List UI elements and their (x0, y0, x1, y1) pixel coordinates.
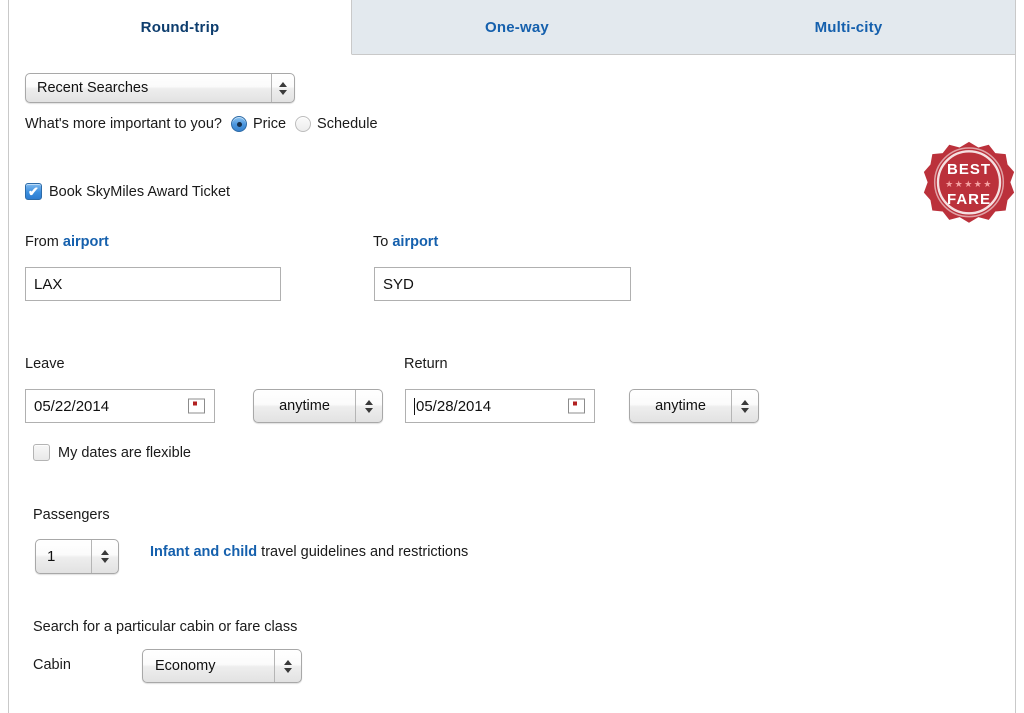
from-field-label: From airport (25, 234, 109, 250)
cabin-label: Cabin (33, 657, 71, 673)
flexible-dates-label: My dates are flexible (58, 444, 191, 461)
radio-schedule[interactable] (295, 116, 312, 132)
recent-searches-value: Recent Searches (37, 80, 149, 96)
text-caret (414, 397, 415, 415)
chevron-updown-icon (271, 74, 294, 102)
tab-round-trip[interactable]: Round-trip (9, 0, 352, 55)
chevron-updown-icon (355, 390, 382, 422)
tab-multi-city[interactable]: Multi-city (682, 0, 1015, 54)
cabin-value: Economy (155, 658, 216, 674)
infant-child-note: Infant and child travel guidelines and r… (150, 544, 468, 560)
to-airport-value: SYD (383, 275, 414, 293)
passenger-count-select[interactable]: 1 (35, 539, 119, 574)
tab-round-trip-label: Round-trip (140, 18, 220, 36)
to-text: To (373, 234, 389, 250)
return-time-value: anytime (655, 398, 706, 414)
leave-date-value: 05/22/2014 (34, 397, 110, 415)
passengers-label: Passengers (33, 507, 110, 523)
trip-type-tabs: Round-trip One-way Multi-city (9, 0, 1015, 55)
importance-preference-group: What's more important to you? Price Sche… (25, 116, 387, 132)
leave-date-label: Leave (25, 356, 65, 372)
recent-searches-select[interactable]: Recent Searches (25, 73, 295, 103)
from-airport-input[interactable]: LAX (25, 267, 281, 301)
cabin-hint-text: Search for a particular cabin or fare cl… (33, 619, 298, 635)
infant-child-note-rest: travel guidelines and restrictions (257, 544, 469, 560)
calendar-icon[interactable] (568, 398, 585, 414)
from-airport-value: LAX (34, 275, 63, 293)
leave-time-value: anytime (279, 398, 330, 414)
radio-price-label: Price (253, 116, 287, 132)
cabin-select[interactable]: Economy (142, 649, 302, 683)
return-date-value: 05/28/2014 (416, 397, 492, 415)
return-time-select[interactable]: anytime (629, 389, 759, 423)
chevron-updown-icon (91, 540, 118, 573)
calendar-icon[interactable] (188, 398, 205, 414)
skymiles-award-label: Book SkyMiles Award Ticket (49, 183, 231, 200)
flexible-dates-checkbox[interactable] (33, 444, 50, 461)
best-fare-badge: BEST ★★★★★ FARE (922, 140, 1016, 234)
skymiles-award-checkbox[interactable] (25, 183, 42, 200)
tab-multi-city-label: Multi-city (814, 18, 883, 36)
radio-price[interactable] (231, 116, 247, 132)
return-date-input[interactable]: 05/28/2014 (405, 389, 595, 423)
return-date-label: Return (404, 356, 448, 372)
to-airport-input[interactable]: SYD (374, 267, 631, 301)
skymiles-award-row: Book SkyMiles Award Ticket (25, 183, 230, 200)
importance-question: What's more important to you? (25, 116, 222, 132)
chevron-updown-icon (731, 390, 758, 422)
tab-one-way-label: One-way (485, 18, 549, 36)
to-field-label: To airport (373, 234, 438, 250)
flexible-dates-row: My dates are flexible (33, 444, 191, 461)
infant-child-link[interactable]: Infant and child (150, 544, 257, 560)
leave-time-select[interactable]: anytime (253, 389, 383, 423)
chevron-updown-icon (274, 650, 301, 682)
to-airport-link[interactable]: airport (392, 234, 438, 250)
tab-one-way[interactable]: One-way (352, 0, 682, 54)
search-form (9, 55, 1015, 713)
passenger-count-value: 1 (47, 548, 56, 565)
from-text: From (25, 234, 59, 250)
flight-search-panel: Round-trip One-way Multi-city Recent Sea… (8, 0, 1016, 713)
leave-date-input[interactable]: 05/22/2014 (25, 389, 215, 423)
radio-schedule-label: Schedule (317, 116, 378, 132)
from-airport-link[interactable]: airport (63, 234, 109, 250)
